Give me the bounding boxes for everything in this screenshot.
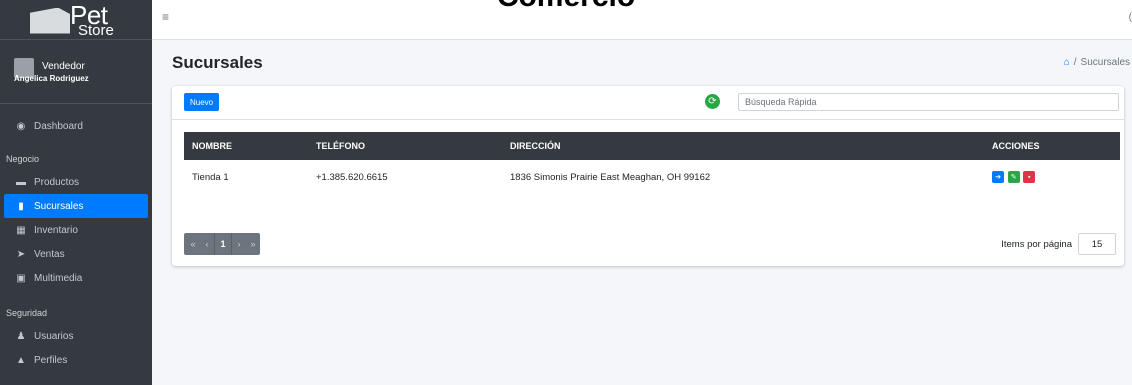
column-header-acciones: ACCIONES (992, 141, 1040, 151)
sidebar-item-label: Dashboard (34, 120, 83, 132)
lock-icon: ▲ (16, 354, 26, 366)
user-panel[interactable]: Vendedor Angelica Rodriguez (0, 40, 152, 104)
cell-telefono: +1.385.620.6615 (316, 171, 388, 183)
user-role: Vendedor (42, 60, 85, 72)
user-menu-icon[interactable]: ( (1129, 12, 1132, 23)
table-row[interactable]: Tienda 1 +1.385.620.6615 1836 Simonis Pr… (184, 160, 1120, 194)
items-per-page: Items por página (1001, 233, 1116, 255)
first-page-button[interactable]: « (186, 233, 200, 255)
column-header-telefono[interactable]: TELÉFONO (308, 132, 502, 160)
breadcrumb-current: Sucursales (1080, 57, 1130, 68)
sidebar-item-label: Multimedia (34, 272, 83, 284)
sidebar-item-ventas[interactable]: ➤ Ventas (0, 242, 152, 266)
app-root: Comercio Pet Store Vendedor Angelica Rod… (0, 0, 1132, 385)
last-page-button[interactable]: » (246, 233, 260, 255)
column-header-nombre[interactable]: NOMBRE (184, 132, 308, 160)
send-icon: ➤ (16, 248, 26, 260)
sidebar-item-sucursales[interactable]: ▮ Sucursales (4, 194, 148, 218)
page-title: Sucursales (172, 53, 263, 72)
view-icon[interactable]: ➔ (992, 171, 1004, 183)
breadcrumb-separator: / (1073, 57, 1077, 68)
users-icon: ♟ (16, 330, 26, 342)
items-per-page-input[interactable] (1078, 233, 1116, 255)
sidebar-item-label: Perfiles (34, 354, 68, 366)
table-header-row: NOMBRE TELÉFONO DIRECCIÓN ACCIONES (184, 132, 1120, 160)
building-icon: ▮ (18, 200, 24, 212)
edit-icon[interactable]: ✎ (1007, 171, 1020, 183)
sidebar-item-dashboard[interactable]: ◉ Dashboard (0, 114, 152, 138)
branches-table: NOMBRE TELÉFONO DIRECCIÓN ACCIONES Tiend… (184, 132, 1120, 194)
delete-icon[interactable]: ▪ (1023, 171, 1036, 183)
current-page-button[interactable]: 1 (214, 233, 232, 255)
sidebar-section-seguridad: Seguridad (6, 308, 48, 318)
sidebar-item-perfiles[interactable]: ▲ Perfiles (0, 348, 152, 372)
card-toolbar: Nuevo ⟳ (172, 86, 1124, 120)
sidebar-item-label: Inventario (34, 224, 78, 236)
pagination: « ‹ 1 › » (184, 233, 260, 255)
sidebar-item-inventario[interactable]: ▦ Inventario (0, 218, 152, 242)
hamburger-icon[interactable]: ≡ (162, 10, 169, 24)
sidebar-item-multimedia[interactable]: ▣ Multimedia (0, 266, 152, 290)
sidebar-item-label: Sucursales (34, 200, 84, 212)
sidebar-nav: ◉ Dashboard Negocio ▬ Productos ▮ Sucurs… (0, 114, 152, 372)
cell-acciones: ➔ ✎ ▪ (984, 160, 1120, 194)
main-content: Sucursales ⌂ / Sucursales Nuevo ⟳ NOMBRE… (152, 40, 1132, 385)
topbar: ≡ ( (152, 0, 1132, 40)
breadcrumb: ⌂ / Sucursales (1064, 57, 1130, 68)
branches-card: Nuevo ⟳ NOMBRE TELÉFONO DIRECCIÓN ACCION… (172, 86, 1124, 266)
search-input[interactable] (738, 93, 1119, 111)
sidebar-item-productos[interactable]: ▬ Productos (0, 170, 152, 194)
image-icon: ▣ (16, 272, 26, 284)
sidebar-section-negocio: Negocio (6, 154, 40, 164)
refresh-icon[interactable]: ⟳ (705, 94, 720, 109)
brand-store-text: Store (78, 21, 114, 39)
sidebar-item-label: Ventas (34, 248, 65, 260)
next-page-button[interactable]: › (232, 233, 246, 255)
brand-logo: Pet Store (28, 0, 124, 39)
dashboard-icon: ◉ (16, 120, 26, 132)
inventory-icon: ▦ (16, 224, 26, 236)
cell-nombre: Tienda 1 (192, 171, 229, 183)
new-button[interactable]: Nuevo (184, 93, 220, 111)
sidebar: Pet Store Vendedor Angelica Rodriguez ◉ … (0, 0, 152, 385)
user-name: Angelica Rodriguez (14, 73, 89, 83)
brand-link[interactable]: Pet Store (0, 0, 152, 40)
products-icon: ▬ (16, 176, 26, 188)
sidebar-item-usuarios[interactable]: ♟ Usuarios (0, 324, 152, 348)
home-icon[interactable]: ⌂ (1064, 57, 1070, 68)
user-info: Vendedor Angelica Rodriguez (14, 60, 89, 83)
cell-direccion: 1836 Simonis Prairie East Meaghan, OH 99… (510, 171, 711, 183)
brand-logo-icon (30, 7, 70, 34)
prev-page-button[interactable]: ‹ (200, 233, 214, 255)
sidebar-item-label: Productos (34, 176, 80, 188)
sidebar-item-label: Usuarios (34, 330, 74, 342)
items-per-page-label: Items por página (1001, 238, 1072, 250)
column-header-direccion[interactable]: DIRECCIÓN (502, 132, 984, 160)
